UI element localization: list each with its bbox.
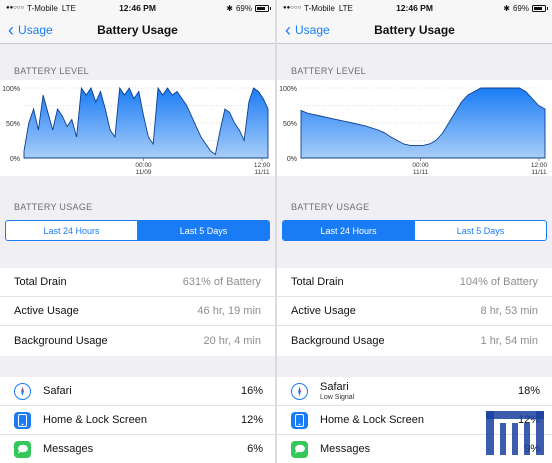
app-text: Safari Low Signal — [320, 381, 512, 401]
stat-background-usage: Background Usage 1 hr, 54 min — [277, 326, 552, 355]
stat-active-usage: Active Usage 8 hr, 53 min — [277, 297, 552, 326]
home-lock-icon — [291, 411, 308, 429]
app-percent: 12% — [240, 414, 263, 426]
watermark-logo — [486, 411, 544, 455]
stat-value: 8 hr, 53 min — [480, 305, 538, 317]
stat-label: Background Usage — [14, 334, 108, 347]
stat-value: 1 hr, 54 min — [480, 334, 538, 347]
safari-icon — [291, 382, 308, 400]
stat-background-usage: Background Usage 20 hr, 4 min — [0, 326, 275, 355]
stat-label: Active Usage — [291, 305, 356, 317]
tab-label: Last 5 Days — [179, 225, 228, 236]
battery-level-chart-svg: 100%50%0%00:0011/1112:0011/11 — [279, 86, 548, 176]
y-tick-label: 0% — [287, 156, 297, 163]
battery-level-area — [300, 87, 546, 159]
x-tick-label-date: 11/11 — [254, 169, 270, 176]
x-tick-label-date: 11/11 — [413, 169, 429, 176]
app-percent: 6% — [247, 443, 263, 455]
x-tick-label-time: 00:00 — [135, 162, 152, 169]
app-row-safari[interactable]: Safari 16% — [0, 377, 275, 406]
y-tick-label: 100% — [279, 86, 297, 93]
x-tick-label-date: 11/11 — [531, 169, 547, 176]
battery-level-area — [23, 86, 269, 159]
battery-icon — [255, 4, 271, 12]
x-tick-label-time: 12:00 — [531, 162, 548, 169]
status-bar: ●●○○○ T-Mobile LTE 12:46 PM ✱ 69% — [0, 0, 275, 16]
stat-label: Total Drain — [291, 276, 344, 288]
battery-level-header: BATTERY LEVEL — [14, 66, 89, 76]
x-tick-label-time: 12:00 — [254, 162, 271, 169]
x-tick-label-time: 00:00 — [412, 162, 429, 169]
battery-level-header: BATTERY LEVEL — [291, 66, 366, 76]
y-tick-label: 0% — [10, 156, 20, 163]
app-row-home-lock[interactable]: Home & Lock Screen 12% — [0, 406, 275, 435]
back-button-label: Usage — [18, 22, 53, 37]
y-tick-label: 100% — [2, 86, 20, 93]
tab-last-5-days[interactable]: Last 5 Days — [414, 221, 546, 240]
battery-level-chart: 100% 50% 0% 00:00 11/09 12:00 11/11 — [0, 80, 275, 176]
back-button[interactable]: ‹ Usage — [285, 21, 330, 39]
stat-label: Active Usage — [14, 305, 79, 317]
app-subtitle: Low Signal — [320, 394, 355, 401]
battery-level-chart: 100% 50% 0% 00:00 11/11 12:00 11/11 — [277, 80, 552, 176]
app-percent: 18% — [517, 385, 540, 397]
status-bar: ●●○○○ T-Mobile LTE 12:46 PM ✱ 69% — [277, 0, 552, 16]
safari-icon — [14, 382, 31, 400]
home-lock-icon — [14, 411, 31, 429]
tab-last-24-hours[interactable]: Last 24 Hours — [6, 221, 137, 240]
status-time: 12:46 PM — [396, 3, 433, 13]
tab-last-24-hours[interactable]: Last 24 Hours — [283, 221, 414, 240]
stat-value: 20 hr, 4 min — [203, 334, 261, 347]
tab-last-5-days[interactable]: Last 5 Days — [137, 221, 269, 240]
app-row-safari[interactable]: Safari Low Signal 18% — [277, 377, 552, 406]
tab-label: Last 24 Hours — [43, 225, 100, 236]
battery-icon — [532, 4, 548, 12]
messages-icon — [14, 440, 31, 458]
app-name: Messages — [43, 443, 94, 455]
app-name: Home & Lock Screen — [43, 414, 147, 426]
battery-usage-header: BATTERY USAGE — [14, 202, 93, 212]
back-button[interactable]: ‹ Usage — [8, 21, 53, 39]
battery-level-chart-svg: 100% 50% 0% 00:0011/09 12:0011/11 — [2, 86, 271, 176]
stat-total-drain: Total Drain 631% of Battery — [0, 268, 275, 297]
app-row-messages[interactable]: Messages 6% — [0, 435, 275, 463]
app-name: Safari — [320, 381, 349, 393]
chevron-left-icon: ‹ — [285, 19, 291, 40]
y-tick-label: 50% — [283, 121, 297, 128]
usage-stats-list: Total Drain 631% of Battery Active Usage… — [0, 268, 275, 356]
tab-label: Last 5 Days — [456, 225, 505, 236]
status-time: 12:46 PM — [119, 3, 156, 13]
phone-screen-right: ●●○○○ T-Mobile LTE 12:46 PM ✱ 69% ‹ Usag… — [277, 0, 552, 463]
stat-label: Background Usage — [291, 334, 385, 347]
y-tick-label: 50% — [6, 121, 20, 128]
app-percent: 16% — [240, 385, 263, 397]
app-usage-list: Safari 16% Home & Lock Screen 12% Messag… — [0, 377, 275, 463]
time-range-segmented-control: Last 24 Hours Last 5 Days — [5, 220, 270, 241]
app-text: Home & Lock Screen — [43, 414, 235, 426]
stat-value: 631% of Battery — [182, 276, 261, 288]
stat-total-drain: Total Drain 104% of Battery — [277, 268, 552, 297]
x-tick-label-date: 11/09 — [136, 169, 152, 176]
screenshot-stage: ●●○○○ T-Mobile LTE 12:46 PM ✱ 69% ‹ Usag… — [0, 0, 552, 463]
tab-label: Last 24 Hours — [320, 225, 377, 236]
usage-stats-list: Total Drain 104% of Battery Active Usage… — [277, 268, 552, 356]
stat-value: 46 hr, 19 min — [197, 305, 261, 317]
phone-screen-left: ●●○○○ T-Mobile LTE 12:46 PM ✱ 69% ‹ Usag… — [0, 0, 275, 463]
chevron-left-icon: ‹ — [8, 19, 14, 40]
stat-label: Total Drain — [14, 276, 67, 288]
navigation-bar: ‹ Usage Battery Usage — [0, 16, 275, 44]
stat-active-usage: Active Usage 46 hr, 19 min — [0, 297, 275, 326]
messages-icon — [291, 440, 308, 458]
navigation-bar: ‹ Usage Battery Usage — [277, 16, 552, 44]
battery-usage-header: BATTERY USAGE — [291, 202, 370, 212]
stat-value: 104% of Battery — [459, 276, 538, 288]
app-text: Safari — [43, 385, 235, 397]
app-name: Safari — [43, 385, 72, 397]
time-range-segmented-control: Last 24 Hours Last 5 Days — [282, 220, 547, 241]
app-text: Messages — [43, 443, 235, 455]
back-button-label: Usage — [295, 22, 330, 37]
